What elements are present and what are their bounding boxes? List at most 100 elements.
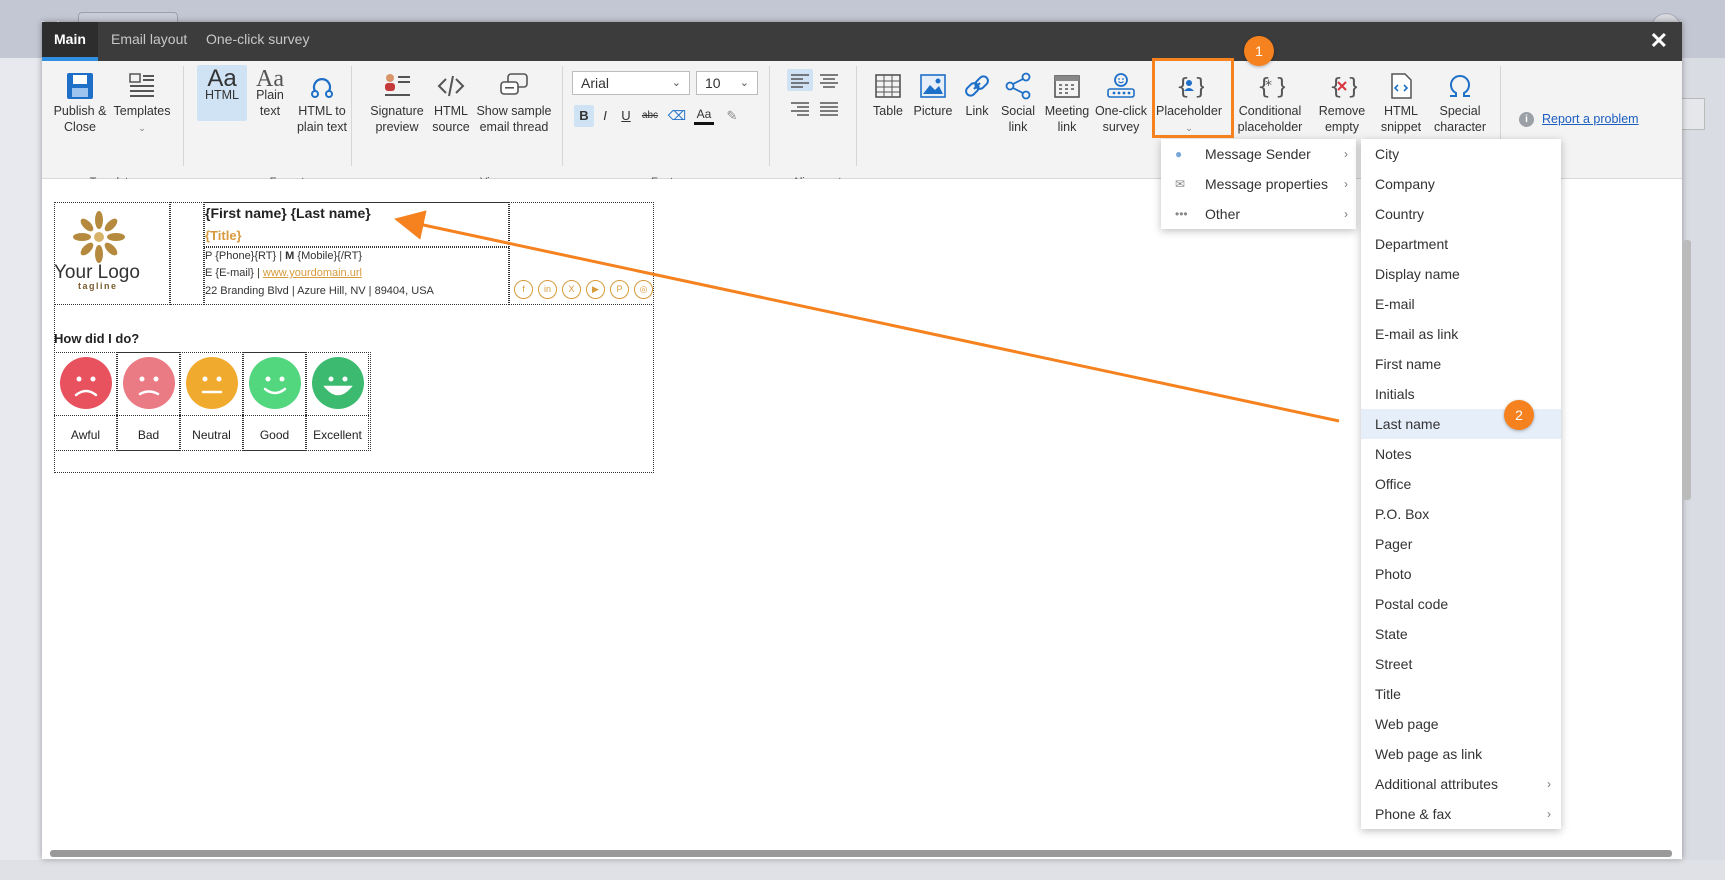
remove-empty-button[interactable]: {} Remove empty <box>1314 71 1370 135</box>
submenu-item-title[interactable]: Title <box>1361 679 1561 709</box>
survey-face-icon[interactable] <box>249 357 301 409</box>
submenu-item-department[interactable]: Department <box>1361 229 1561 259</box>
menu-item-other[interactable]: ••• Other › <box>1161 199 1356 229</box>
x-icon[interactable]: X <box>562 280 581 299</box>
instagram-icon[interactable]: ◎ <box>634 280 653 299</box>
submenu-item-label: Web page as link <box>1375 746 1483 762</box>
submenu-item-street[interactable]: Street <box>1361 649 1561 679</box>
logo-flower-icon <box>73 211 125 263</box>
plain-text-button[interactable]: Aa Plain text <box>250 67 290 119</box>
submenu-item-initials[interactable]: Initials <box>1361 379 1561 409</box>
justify-button[interactable] <box>816 97 842 119</box>
align-right-button[interactable] <box>787 97 813 119</box>
html-snippet-button[interactable]: HTML snippet <box>1378 71 1424 135</box>
submenu-item-pager[interactable]: Pager <box>1361 529 1561 559</box>
submenu-item-p-o-box[interactable]: P.O. Box <box>1361 499 1561 529</box>
submenu-item-web-page[interactable]: Web page <box>1361 709 1561 739</box>
show-sample-thread-button[interactable]: Show sample email thread <box>474 71 554 135</box>
placeholder-highlight <box>1152 58 1234 138</box>
submenu-item-label: Photo <box>1375 566 1412 582</box>
table-button[interactable]: Table <box>868 71 908 119</box>
align-center-button[interactable] <box>816 69 842 91</box>
one-click-survey-button[interactable]: One-click survey <box>1094 71 1148 135</box>
close-icon[interactable]: ✕ <box>1650 28 1668 54</box>
submenu-item-label: E-mail as link <box>1375 326 1459 342</box>
submenu-item-office[interactable]: Office <box>1361 469 1561 499</box>
signature-name[interactable]: {First name} {Last name} <box>205 205 371 221</box>
linkedin-icon[interactable]: in <box>538 280 557 299</box>
bold-button[interactable]: B <box>574 105 594 127</box>
submenu-item-country[interactable]: Country <box>1361 199 1561 229</box>
signature-phone-line[interactable]: P {Phone}{RT} | M {Mobile}{/RT} <box>205 250 362 262</box>
table-label: Table <box>873 104 903 118</box>
social-link-button[interactable]: Social link <box>998 71 1038 135</box>
submenu-item-city[interactable]: City <box>1361 139 1561 169</box>
clear-format-icon[interactable]: ⌫ <box>667 105 687 127</box>
highlight-pen-icon[interactable]: ✎ <box>722 105 742 127</box>
submenu-item-e-mail[interactable]: E-mail <box>1361 289 1561 319</box>
align-left-button[interactable] <box>787 69 813 91</box>
submenu-item-display-name[interactable]: Display name <box>1361 259 1561 289</box>
pinterest-icon[interactable]: P <box>610 280 629 299</box>
survey-face-icon[interactable] <box>312 357 364 409</box>
vertical-scrollbar[interactable] <box>1683 240 1691 500</box>
picture-button[interactable]: Picture <box>910 71 956 119</box>
horizontal-scrollbar[interactable] <box>50 850 1672 857</box>
signature-preview-icon <box>385 74 410 96</box>
special-character-button[interactable]: Special character <box>1430 71 1490 135</box>
chevron-down-icon: ⌄ <box>739 77 749 89</box>
submenu-item-web-page-as-link[interactable]: Web page as link <box>1361 739 1561 769</box>
show-sample-thread-label: Show sample email thread <box>476 104 552 134</box>
signature-email-line[interactable]: E {E-mail} | www.yourdomain.url <box>205 267 362 279</box>
submenu-item-label: Display name <box>1375 266 1460 282</box>
submenu-item-notes[interactable]: Notes <box>1361 439 1561 469</box>
link-label: Link <box>965 104 989 118</box>
underline-button[interactable]: U <box>616 105 636 127</box>
tab-main[interactable]: Main <box>42 22 98 61</box>
italic-button[interactable]: I <box>595 105 615 127</box>
signature-preview-button[interactable]: Signature preview <box>366 71 428 135</box>
font-size-select[interactable]: 10 ⌄ <box>696 71 758 95</box>
conditional-placeholder-button[interactable]: {}* Conditional placeholder <box>1230 71 1310 135</box>
survey-face-icon[interactable] <box>123 357 175 409</box>
submenu-item-label: City <box>1375 146 1400 162</box>
signature-title[interactable]: {Title} <box>205 228 242 243</box>
signature-address[interactable]: 22 Branding Blvd | Azure Hill, NV | 8940… <box>205 285 434 297</box>
submenu-item-phone-fax[interactable]: Phone & fax › <box>1361 799 1561 829</box>
report-problem-link[interactable]: Report a problem <box>1542 112 1639 126</box>
facebook-icon[interactable]: f <box>514 280 533 299</box>
font-family-select[interactable]: Arial ⌄ <box>572 71 690 95</box>
submenu-item-additional-attributes[interactable]: Additional attributes › <box>1361 769 1561 799</box>
submenu-item-company[interactable]: Company <box>1361 169 1561 199</box>
tab-one-click-survey[interactable]: One-click survey <box>194 22 321 61</box>
survey-face-icon[interactable] <box>186 357 238 409</box>
submenu-item-photo[interactable]: Photo <box>1361 559 1561 589</box>
spacer-cell[interactable] <box>170 202 204 305</box>
publish-close-button[interactable]: Publish & Close <box>50 71 110 135</box>
meeting-link-button[interactable]: Meeting link <box>1042 71 1092 135</box>
html-snippet-label: HTML snippet <box>1380 104 1422 134</box>
submenu-item-first-name[interactable]: First name <box>1361 349 1561 379</box>
strikethrough-button[interactable]: abc <box>640 105 660 127</box>
html-format-button[interactable]: Aa HTML <box>197 65 247 121</box>
mobile-value: {Mobile}{/RT} <box>297 250 363 262</box>
submenu-item-state[interactable]: State <box>1361 619 1561 649</box>
submenu-item-e-mail-as-link[interactable]: E-mail as link <box>1361 319 1561 349</box>
conditional-placeholder-label: Conditional placeholder <box>1237 104 1303 134</box>
templates-button[interactable]: Templates ⌄ <box>112 71 172 136</box>
youtube-icon[interactable]: ▶ <box>586 280 605 299</box>
submenu-item-label: Country <box>1375 206 1425 222</box>
menu-item-message-properties[interactable]: ✉ Message properties › <box>1161 169 1356 199</box>
tab-email-layout[interactable]: Email layout <box>99 22 199 61</box>
html-to-plain-button[interactable]: HTML to plain text <box>292 71 352 135</box>
website-link[interactable]: www.yourdomain.url <box>263 267 362 279</box>
html-source-button[interactable]: HTML source <box>428 71 474 135</box>
survey-face-icon[interactable] <box>60 357 112 409</box>
info-icon: i <box>1519 112 1534 127</box>
divider <box>183 66 184 166</box>
font-color-button[interactable]: Aa <box>694 105 714 125</box>
menu-item-message-sender[interactable]: ● Message Sender › <box>1161 139 1356 169</box>
submenu-item-postal-code[interactable]: Postal code <box>1361 589 1561 619</box>
person-icon: ● <box>1175 147 1183 161</box>
link-button[interactable]: Link <box>960 71 994 119</box>
